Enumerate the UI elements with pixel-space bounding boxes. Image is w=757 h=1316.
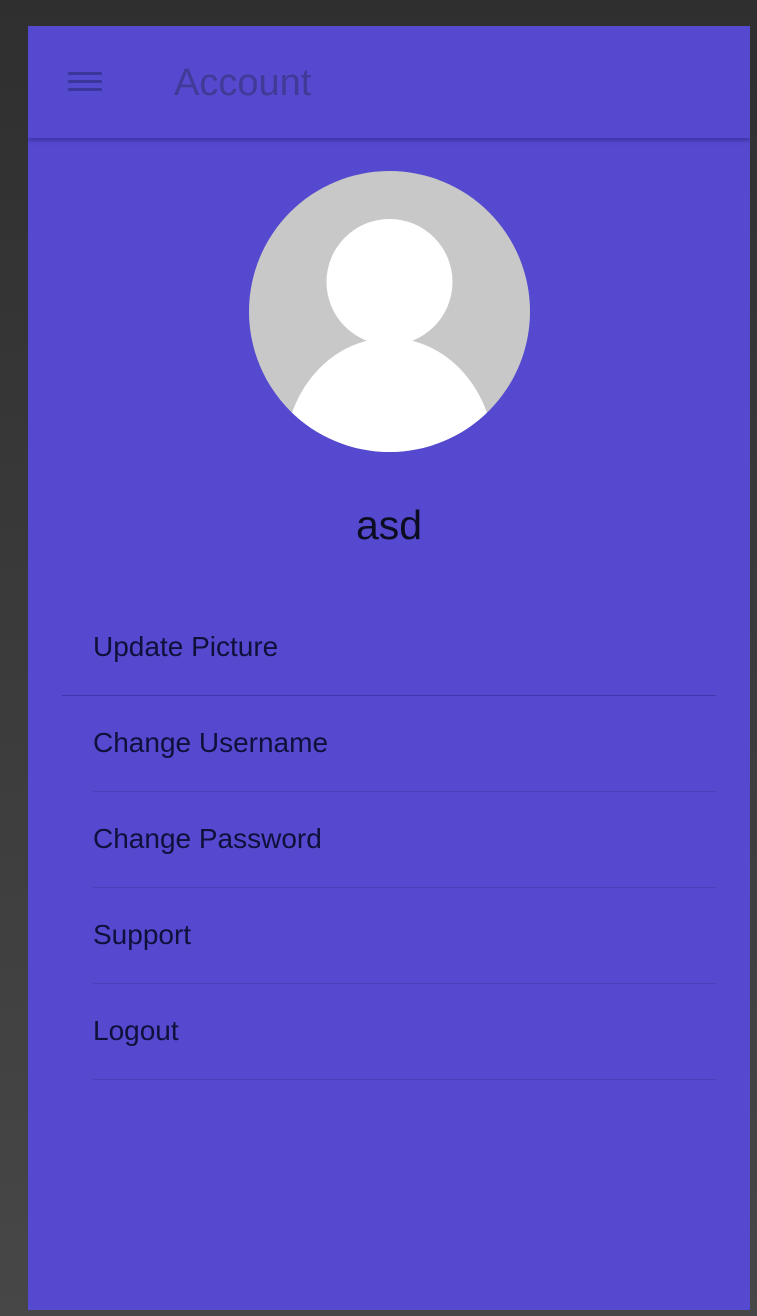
menu-icon-line	[68, 80, 102, 83]
account-screen: Account asd Update Picture Change Userna…	[28, 26, 750, 1310]
update-picture-item[interactable]: Update Picture	[28, 600, 750, 696]
change-username-item[interactable]: Change Username	[28, 696, 750, 792]
page-title: Account	[174, 62, 312, 104]
app-bar: Account	[28, 26, 750, 138]
support-item[interactable]: Support	[28, 888, 750, 984]
device-frame: Account asd Update Picture Change Userna…	[0, 0, 757, 1316]
divider	[93, 1079, 716, 1080]
menu-item-label: Change Username	[93, 727, 329, 758]
hamburger-menu-icon[interactable]	[64, 70, 104, 94]
logout-item[interactable]: Logout	[28, 984, 750, 1080]
change-password-item[interactable]: Change Password	[28, 792, 750, 888]
menu-item-label: Change Password	[93, 823, 322, 854]
menu-item-label: Update Picture	[93, 631, 279, 662]
menu-item-label: Support	[93, 919, 192, 950]
profile-avatar[interactable]	[249, 171, 530, 452]
menu-item-label: Logout	[93, 1015, 179, 1046]
account-menu-list: Update Picture Change Username Change Pa…	[28, 600, 750, 1080]
menu-icon-line	[68, 72, 102, 75]
username: asd	[355, 502, 423, 548]
menu-icon-line	[68, 88, 102, 91]
default-avatar-icon	[249, 171, 530, 452]
